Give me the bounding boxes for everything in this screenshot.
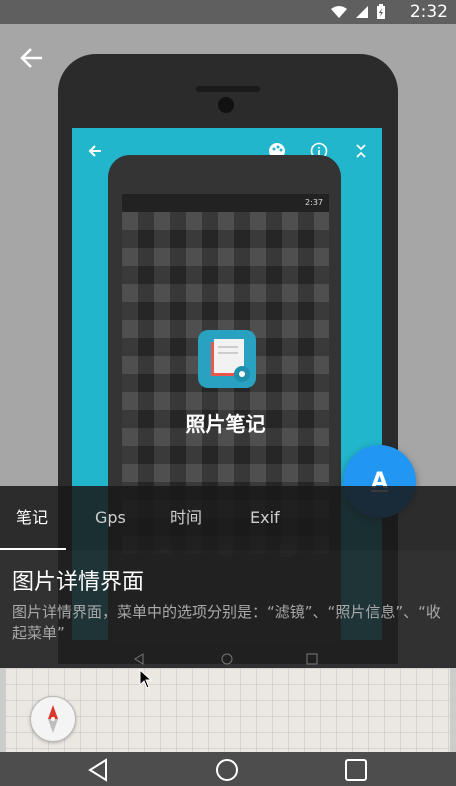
tab-notes[interactable]: 笔记: [16, 486, 48, 550]
tab-time[interactable]: 时间: [170, 486, 202, 550]
photo-phone-camera: [218, 97, 234, 113]
back-arrow-icon: [88, 145, 101, 157]
tab-exif[interactable]: Exif: [250, 486, 280, 550]
tab-gps[interactable]: Gps: [95, 486, 126, 550]
info-description: 图片详情界面，菜单中的选项分别是：“滤镜”、“照片信息”、“收起菜单”: [12, 603, 441, 642]
status-bar: 2:32: [0, 0, 456, 24]
photo-home-icon: [221, 653, 233, 665]
map-border-left: [0, 668, 6, 752]
status-time: 2:32: [409, 2, 448, 22]
compass-button[interactable]: [30, 696, 76, 742]
notebook-icon: [211, 339, 250, 382]
compass-icon: [48, 705, 58, 733]
tab-bar: 笔记 Gps 时间 Exif: [0, 486, 456, 550]
photo-phone-bottom: [0, 648, 456, 668]
recents-icon[interactable]: [342, 756, 370, 784]
map-border-right: [450, 668, 456, 752]
photo-phone-speaker: [196, 86, 260, 92]
inner-status-time: 2:37: [122, 194, 329, 212]
system-nav-bar: [0, 752, 456, 786]
home-icon[interactable]: [213, 756, 241, 784]
signal-icon: [356, 6, 368, 18]
mouse-cursor-icon: [139, 669, 153, 689]
wifi-icon: [331, 6, 347, 18]
battery-charging-icon: [377, 4, 385, 19]
photo-note-app-name: 照片笔记: [185, 412, 266, 436]
photo-back-icon: [134, 653, 144, 665]
photo-note-app-icon: [198, 330, 256, 388]
back-icon[interactable]: [84, 756, 112, 784]
info-title: 图片详情界面: [12, 570, 145, 595]
status-icons: [330, 4, 386, 20]
collapse-icon: [356, 144, 366, 158]
back-button[interactable]: [18, 44, 46, 72]
photo-recents-icon: [306, 653, 318, 665]
